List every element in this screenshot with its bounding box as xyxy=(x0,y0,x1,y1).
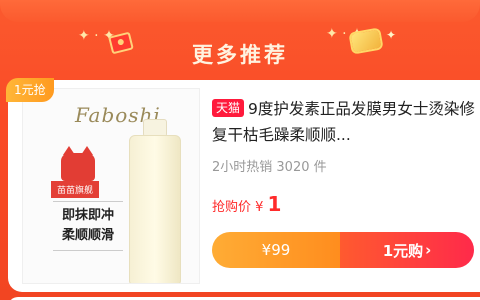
image-slogan-line: 柔顺顺滑 xyxy=(61,228,114,243)
promo-price-value: 1 xyxy=(267,192,282,216)
promo-label: 抢购价 ¥ xyxy=(212,200,264,215)
product-title[interactable]: 天猫 9度护发素正品发膜男女士烫染修复干枯毛躁柔顺顺... xyxy=(212,96,476,148)
tmall-tag: 天猫 xyxy=(212,99,245,117)
image-slogan-line: 即抹即冲 xyxy=(61,208,114,223)
product-info[interactable]: 天猫 9度护发素正品发膜男女士烫染修复干枯毛躁柔顺顺... 2小时热销 3020 … xyxy=(212,96,476,175)
product-bottle xyxy=(129,135,181,283)
buy-bar[interactable]: ¥99 1元购 › xyxy=(212,232,474,268)
tmall-cat-icon xyxy=(61,146,95,181)
sparkle-icon: ✦ xyxy=(386,28,397,42)
original-price: ¥99 xyxy=(261,241,291,259)
sales-count: 2小时热销 3020 件 xyxy=(212,160,327,175)
image-store-tag: 苗苗旗舰 xyxy=(51,181,100,198)
image-slogan: 即抹即冲 柔顺顺滑 xyxy=(53,201,123,251)
promo-price: 抢购价 ¥ 1 xyxy=(212,192,281,216)
chevron-right-icon: › xyxy=(425,241,432,259)
product-card[interactable]: Faboshi 苗苗旗舰 即抹即冲 柔顺顺滑 1元抢 天猫 9度护发素正品发膜男女… xyxy=(6,78,480,292)
one-yuan-buy-button[interactable]: 1元购 › xyxy=(340,232,474,268)
section-header: 更多推荐 xyxy=(0,22,480,86)
one-yuan-badge: 1元抢 xyxy=(6,78,54,102)
product-image[interactable]: Faboshi 苗苗旗舰 即抹即冲 柔顺顺滑 xyxy=(22,88,200,284)
section-title: 更多推荐 xyxy=(192,43,288,67)
buy-label: 1元购 xyxy=(382,241,424,260)
original-price-button[interactable]: ¥99 xyxy=(212,232,340,268)
top-strip xyxy=(0,0,480,22)
product-title-text: 9度护发素正品发膜男女士烫染修复干枯毛躁柔顺顺... xyxy=(212,100,475,144)
